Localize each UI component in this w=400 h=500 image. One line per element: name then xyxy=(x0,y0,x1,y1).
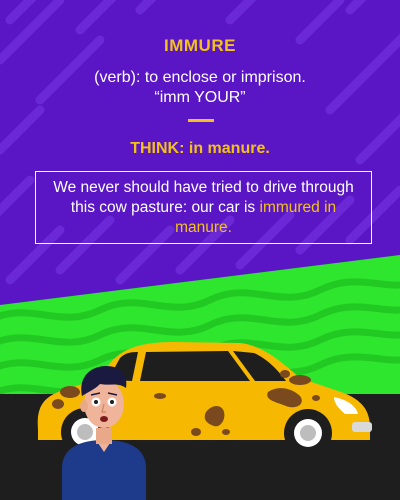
definition-text: (verb): to enclose or imprison. xyxy=(94,69,306,86)
pronunciation: “imm YOUR” xyxy=(154,89,246,106)
word-title: IMMURE xyxy=(164,36,236,55)
divider xyxy=(188,119,214,122)
flashcard: IMMURE (verb): to enclose or imprison. “… xyxy=(0,0,400,500)
example-box: We never should have tried to drive thro… xyxy=(35,171,372,244)
mnemonic: THINK: in manure. xyxy=(130,140,270,157)
car-bumper xyxy=(352,422,372,432)
definition: (verb): to enclose or imprison. “imm YOU… xyxy=(0,68,400,108)
example-sentence: We never should have tried to drive thro… xyxy=(49,178,359,238)
